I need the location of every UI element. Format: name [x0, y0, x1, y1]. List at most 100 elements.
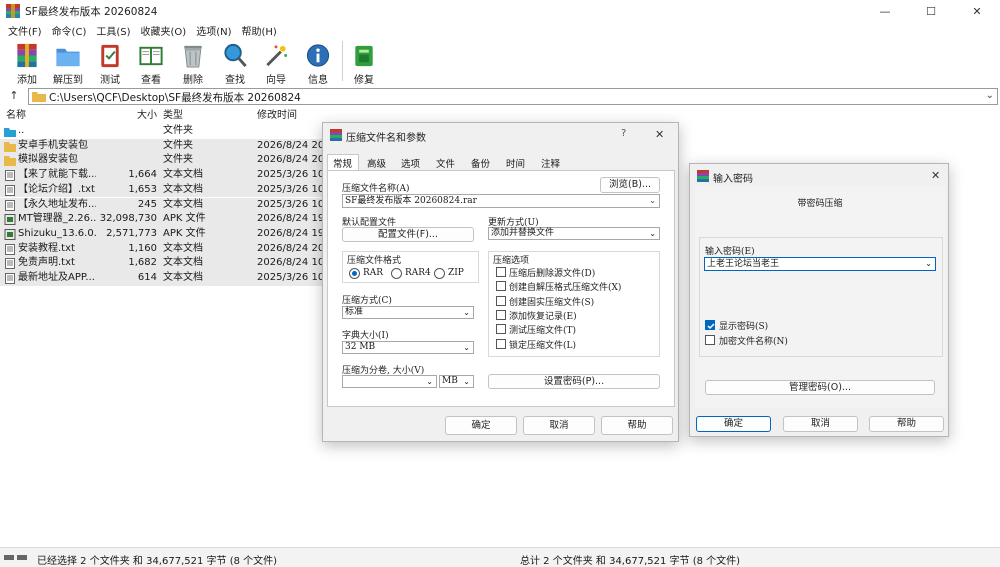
- file-row[interactable]: 【永久地址发布... 245 文本文档 2025/3/26 10: [0, 198, 330, 213]
- tab-comment[interactable]: 注释: [541, 156, 560, 170]
- dictionary-select[interactable]: 32 MB ⌄: [342, 341, 474, 354]
- archive-ok-button[interactable]: 确定: [445, 416, 517, 435]
- method-label: 压缩方式(C): [342, 296, 392, 306]
- split-unit-select[interactable]: MB ⌄: [439, 375, 474, 388]
- file-name: 安卓手机安装包: [18, 139, 88, 151]
- file-row[interactable]: 安装教程.txt 1,160 文本文档 2026/8/24 20: [0, 242, 330, 257]
- toolbar-extract-button[interactable]: 解压到: [48, 39, 88, 86]
- tab-advanced[interactable]: 高级: [367, 156, 386, 170]
- password-help-button[interactable]: 帮助: [869, 416, 944, 432]
- file-row[interactable]: 最新地址及APP... 614 文本文档 2025/3/26 10: [0, 271, 330, 286]
- menu-help[interactable]: 帮助(H): [238, 22, 281, 39]
- menu-file[interactable]: 文件(F): [4, 22, 46, 39]
- file-row[interactable]: 【论坛介绍】.txt 1,653 文本文档 2025/3/26 10: [0, 183, 330, 198]
- show-password-label: 显示密码(S): [719, 322, 769, 332]
- wizard-wand-icon: [266, 45, 288, 67]
- option-label: 测试压缩文件(T): [509, 326, 577, 337]
- file-size: 614: [137, 272, 157, 283]
- password-input[interactable]: 上老王论坛当老王 ⌄: [704, 257, 936, 271]
- file-name: 【永久地址发布...: [18, 198, 96, 210]
- toolbar-find-button[interactable]: 查找: [215, 39, 255, 86]
- close-window-button[interactable]: ✕: [954, 0, 1000, 22]
- method-select[interactable]: 标准 ⌄: [342, 306, 474, 319]
- file-row[interactable]: 免责声明.txt 1,682 文本文档 2026/8/24 10: [0, 256, 330, 271]
- column-header-type[interactable]: 类型: [163, 107, 183, 124]
- toolbar-view-button[interactable]: 查看: [131, 39, 171, 86]
- up-arrow-icon[interactable]: ↑: [6, 89, 22, 103]
- file-type: APK 文件: [163, 227, 206, 239]
- option-label: 压缩后删除源文件(D): [509, 269, 596, 279]
- update-mode-select[interactable]: 添加并替换文件 ⌄: [488, 227, 660, 240]
- tab-options[interactable]: 选项: [401, 156, 420, 170]
- tab-time[interactable]: 时间: [506, 156, 525, 170]
- archive-dialog-close-button[interactable]: ✕: [655, 128, 664, 141]
- delete-source-checkbox[interactable]: [496, 267, 506, 277]
- toolbar-test-button[interactable]: 测试: [90, 39, 130, 86]
- password-ok-button[interactable]: 确定: [696, 416, 771, 432]
- password-cancel-button[interactable]: 取消: [783, 416, 858, 432]
- toolbar-add-button[interactable]: 添加: [7, 39, 47, 86]
- maximize-button[interactable]: ☐: [908, 0, 954, 22]
- file-row[interactable]: Shizuku_13.6.0... 2,571,773 APK 文件 2026/8/2…: [0, 227, 330, 242]
- file-row[interactable]: MT管理器_2.26.... 32,098,730 APK 文件 2026/8/24 …: [0, 212, 330, 227]
- column-header-name[interactable]: 名称: [6, 107, 26, 124]
- archive-cancel-button[interactable]: 取消: [523, 416, 595, 435]
- file-row[interactable]: 安卓手机安装包 文件夹 2026/8/24 20: [0, 139, 330, 154]
- recovery-record-checkbox[interactable]: [496, 309, 506, 320]
- menu-tools[interactable]: 工具(S): [92, 22, 134, 39]
- encrypt-filenames-checkbox[interactable]: [705, 335, 715, 345]
- radio-rar4[interactable]: [391, 268, 402, 279]
- file-row[interactable]: 【来了就能下载... 1,664 文本文档 2025/3/26 10: [0, 168, 330, 183]
- password-heading: 带密码压缩: [797, 199, 843, 209]
- winrar-dialog-icon: [330, 129, 342, 141]
- minimize-button[interactable]: —: [862, 0, 908, 22]
- chevron-down-icon: ⌄: [925, 259, 932, 268]
- archive-name-input[interactable]: SF最终发布版本 20260824.rar ⌄: [342, 194, 660, 208]
- column-header-size[interactable]: 大小: [137, 107, 157, 124]
- menu-favorites[interactable]: 收藏夹(O): [137, 22, 191, 39]
- file-name: MT管理器_2.26....: [18, 213, 96, 225]
- set-password-button[interactable]: 设置密码(P)...: [488, 374, 660, 389]
- test-archive-checkbox[interactable]: [496, 324, 506, 335]
- address-dropdown-icon[interactable]: ⌄: [986, 90, 994, 101]
- folder-up-icon: [4, 128, 16, 137]
- radio-zip[interactable]: [434, 268, 445, 279]
- solid-archive-checkbox[interactable]: [496, 295, 506, 306]
- apk-file-icon: [4, 228, 16, 240]
- radio-zip-label: ZIP: [448, 268, 464, 278]
- profile-button[interactable]: 配置文件(F)...: [342, 227, 474, 242]
- file-row[interactable]: .. 文件夹: [0, 124, 330, 139]
- archive-help-button[interactable]: 帮助: [601, 416, 673, 435]
- tab-backup[interactable]: 备份: [471, 156, 490, 170]
- tab-general[interactable]: 常规: [333, 156, 352, 170]
- manage-passwords-button[interactable]: 管理密码(O)...: [705, 380, 935, 395]
- file-name: ..: [18, 125, 25, 136]
- test-clipboard-icon: [101, 44, 119, 68]
- file-type: APK 文件: [163, 213, 206, 225]
- file-type: 文件夹: [163, 125, 193, 136]
- radio-rar[interactable]: [349, 268, 360, 279]
- browse-button[interactable]: 浏览(B)...: [600, 177, 660, 193]
- file-row[interactable]: 模拟器安装包 文件夹 2026/8/24 20: [0, 153, 330, 168]
- add-archive-icon: [17, 43, 37, 68]
- file-name: 【论坛介绍】.txt: [18, 183, 95, 195]
- show-password-checkbox[interactable]: [705, 320, 715, 330]
- menu-commands[interactable]: 命令(C): [48, 22, 91, 39]
- toolbar-label: 查看: [141, 75, 161, 86]
- menu-options[interactable]: 选项(N): [192, 22, 235, 39]
- password-dialog-close-button[interactable]: ✕: [931, 169, 940, 182]
- split-size-input[interactable]: ⌄: [342, 375, 437, 388]
- column-header-modified[interactable]: 修改时间: [257, 107, 297, 124]
- toolbar-repair-button[interactable]: 修复: [344, 39, 384, 86]
- format-label: 压缩文件格式: [347, 256, 402, 266]
- help-question-icon[interactable]: ?: [621, 128, 626, 139]
- toolbar: 添加 解压到 测试 查看 删除 查找 向导 信息 修复: [0, 39, 1000, 86]
- toolbar-delete-button[interactable]: 删除: [173, 39, 213, 86]
- sfx-archive-checkbox[interactable]: [496, 281, 506, 292]
- toolbar-wizard-button[interactable]: 向导: [256, 39, 296, 86]
- file-type: 文本文档: [163, 198, 203, 210]
- toolbar-info-button[interactable]: 信息: [298, 39, 338, 86]
- lock-archive-checkbox[interactable]: [496, 338, 506, 349]
- address-bar[interactable]: C:\Users\QCF\Desktop\SF最终发布版本 20260824 ⌄: [28, 88, 998, 105]
- tab-files[interactable]: 文件: [436, 156, 455, 170]
